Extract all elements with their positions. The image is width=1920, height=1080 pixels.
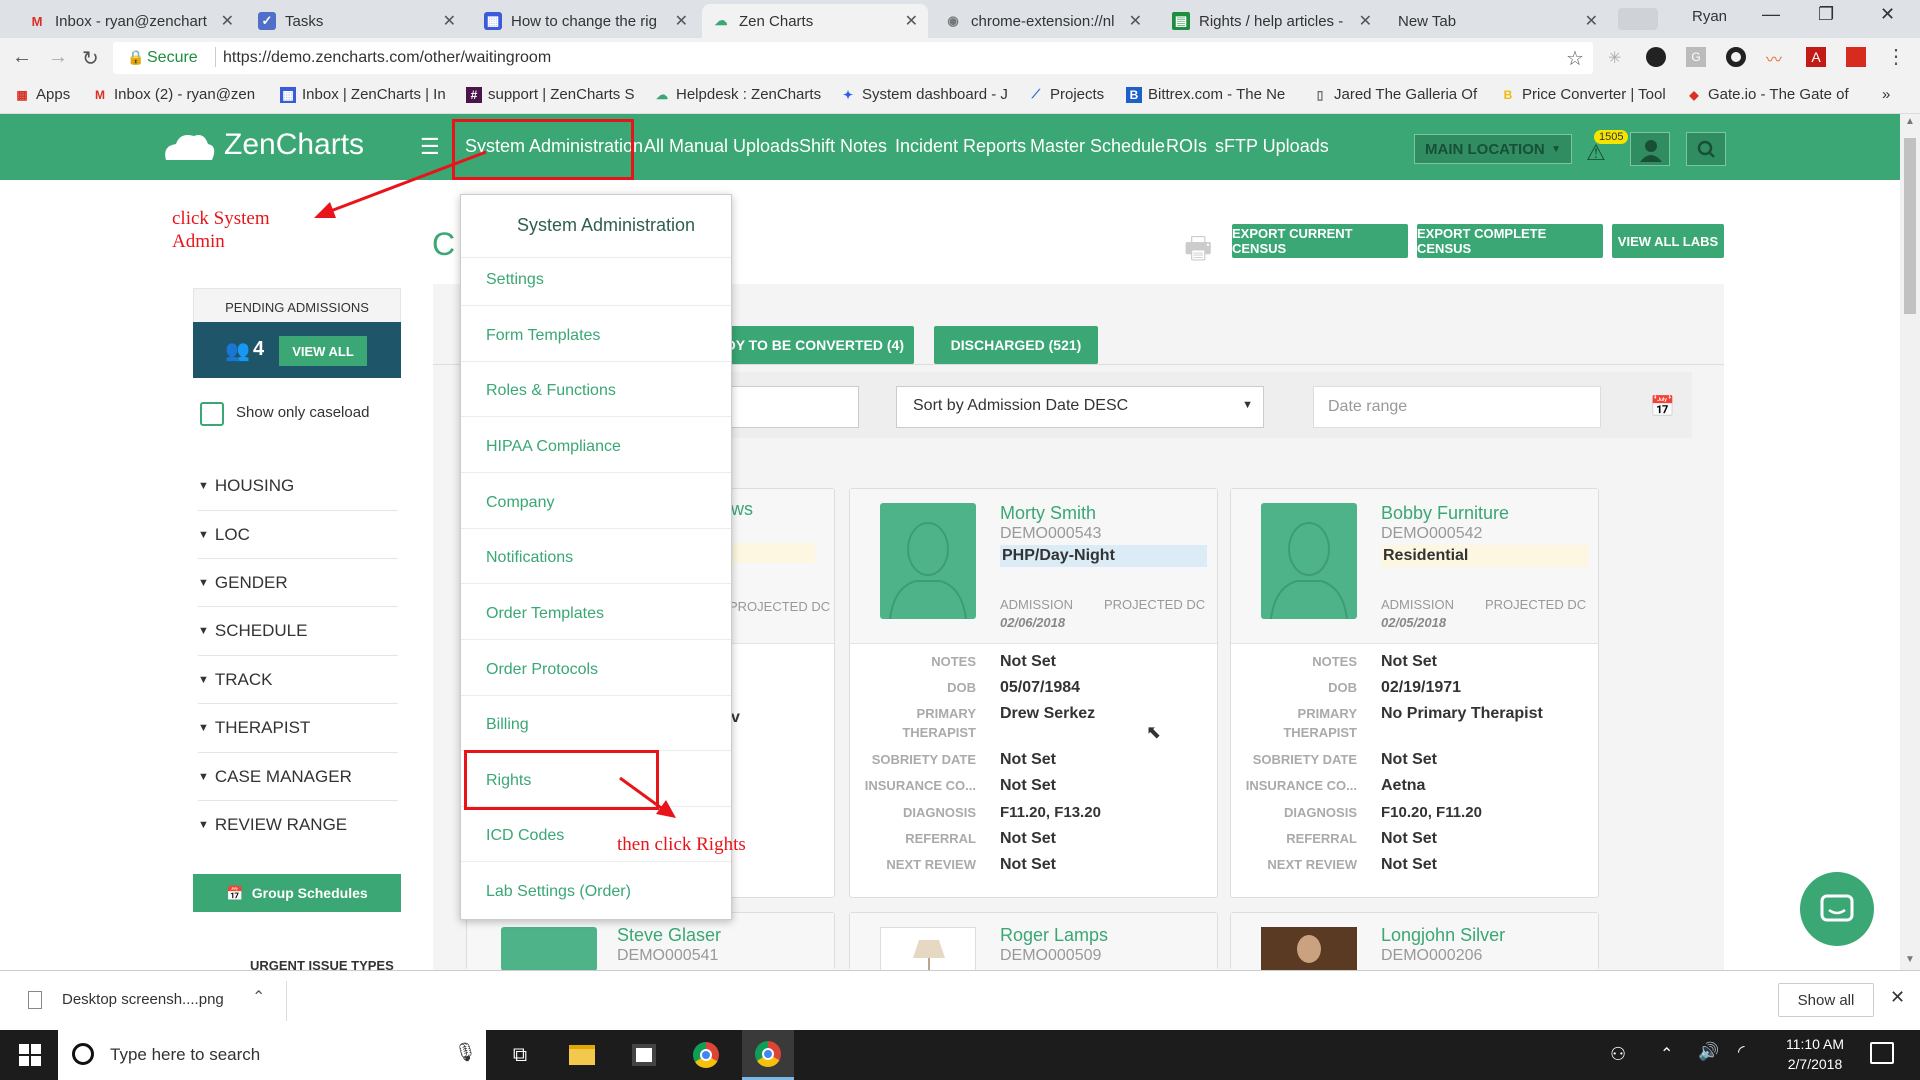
microphone-icon[interactable]: 🎙	[454, 1042, 477, 1063]
show-all-button[interactable]: Show all	[1778, 983, 1874, 1017]
action-center-icon[interactable]	[1870, 1042, 1894, 1064]
annotation-arrows	[314, 150, 676, 818]
annotation-admin: Admin	[172, 231, 225, 252]
close-download-bar-icon[interactable]: ✕	[1890, 987, 1905, 1008]
taskbar-search-box[interactable]: Type here to search 🎙	[58, 1030, 486, 1080]
download-bar: Desktop screensh....png ⌃ Show all ✕	[0, 970, 1920, 1030]
clock-date[interactable]: 2/7/2018	[1780, 1056, 1850, 1072]
chrome-taskbar-icon-active[interactable]	[742, 1030, 794, 1080]
clock-time[interactable]: 11:10 AM	[1780, 1036, 1850, 1052]
tray-chevron-icon[interactable]: ⌃	[1660, 1044, 1673, 1064]
windows-logo-icon	[19, 1044, 41, 1066]
store-icon[interactable]	[618, 1030, 670, 1080]
windows-start-button[interactable]	[4, 1030, 56, 1080]
task-view-icon[interactable]: ⧉	[494, 1030, 546, 1080]
volume-icon[interactable]: 🔊	[1698, 1042, 1719, 1062]
download-divider	[286, 981, 287, 1021]
people-icon[interactable]: ⚇	[1610, 1044, 1626, 1065]
cortana-icon	[72, 1043, 94, 1065]
annotation-click-system: click System	[172, 208, 270, 229]
download-filename[interactable]: Desktop screensh....png	[62, 991, 224, 1008]
wifi-icon[interactable]: ◜	[1738, 1042, 1745, 1062]
chrome-taskbar-icon[interactable]	[680, 1030, 732, 1080]
annotation-then-click-rights: then click Rights	[617, 834, 746, 855]
taskbar-search-placeholder: Type here to search	[110, 1045, 261, 1064]
file-icon	[28, 991, 42, 1009]
chevron-up-icon[interactable]: ⌃	[252, 987, 265, 1007]
windows-taskbar: Type here to search 🎙 ⧉ ⚇ ⌃ 🔊 ◜ 11:10 AM…	[0, 1030, 1920, 1080]
file-explorer-icon[interactable]	[556, 1030, 608, 1080]
